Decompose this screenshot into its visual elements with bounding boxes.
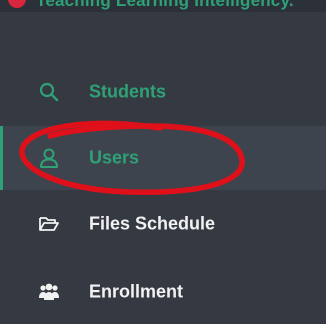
search-icon: [38, 81, 60, 103]
sidebar-item-label: Enrollment: [89, 281, 184, 302]
sidebar-item-students[interactable]: Students: [0, 64, 326, 120]
sidebar-item-files-schedule[interactable]: Files Schedule: [0, 196, 326, 252]
sidebar-item-label: Users: [89, 147, 140, 168]
user-icon: [38, 147, 60, 169]
sidebar-item-label: Students: [89, 81, 167, 102]
folder-open-icon: [38, 213, 60, 235]
sidebar-item-users[interactable]: Users: [0, 126, 326, 190]
sidebar-screenshot: Teaching Learning Intelligency. Students: [0, 0, 326, 324]
sidebar-item-enrollment[interactable]: Enrollment: [0, 264, 326, 320]
active-indicator: [0, 126, 3, 190]
users-group-icon: [38, 281, 60, 303]
sidebar-nav: Students Users Files Schedule Enrollment: [0, 0, 326, 324]
sidebar-item-label: Files Schedule: [89, 213, 216, 234]
